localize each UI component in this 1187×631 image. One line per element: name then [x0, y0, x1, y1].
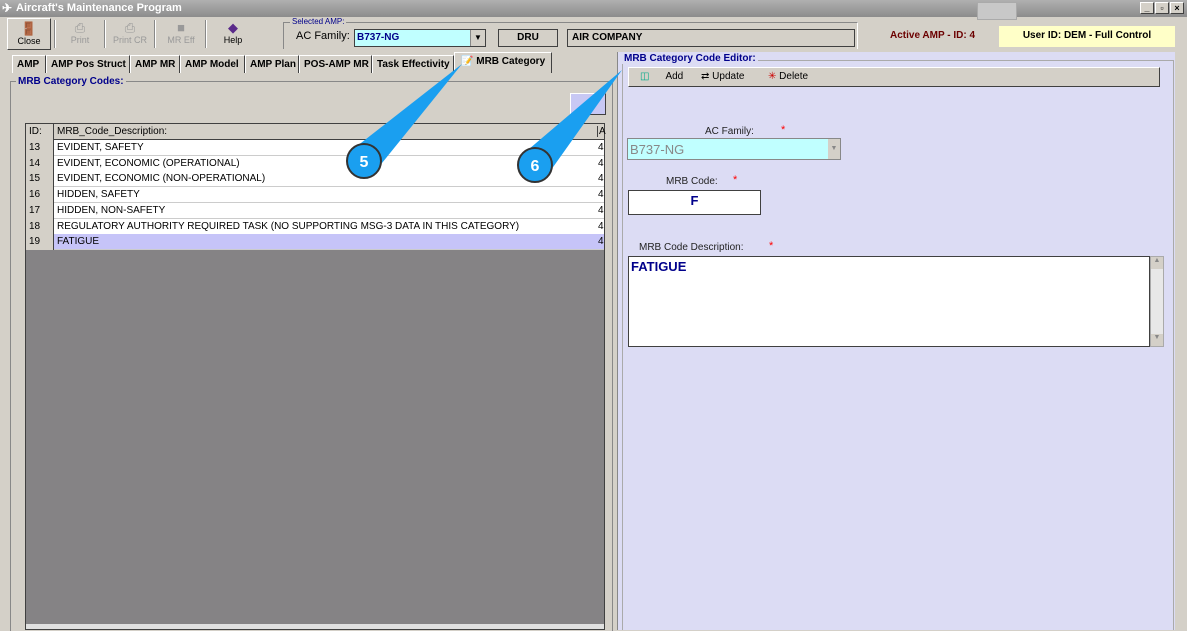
callout-number-5: 5 [360, 154, 369, 171]
callout-number-6: 6 [531, 158, 540, 175]
callout-overlay: 5 6 [346, 64, 622, 183]
